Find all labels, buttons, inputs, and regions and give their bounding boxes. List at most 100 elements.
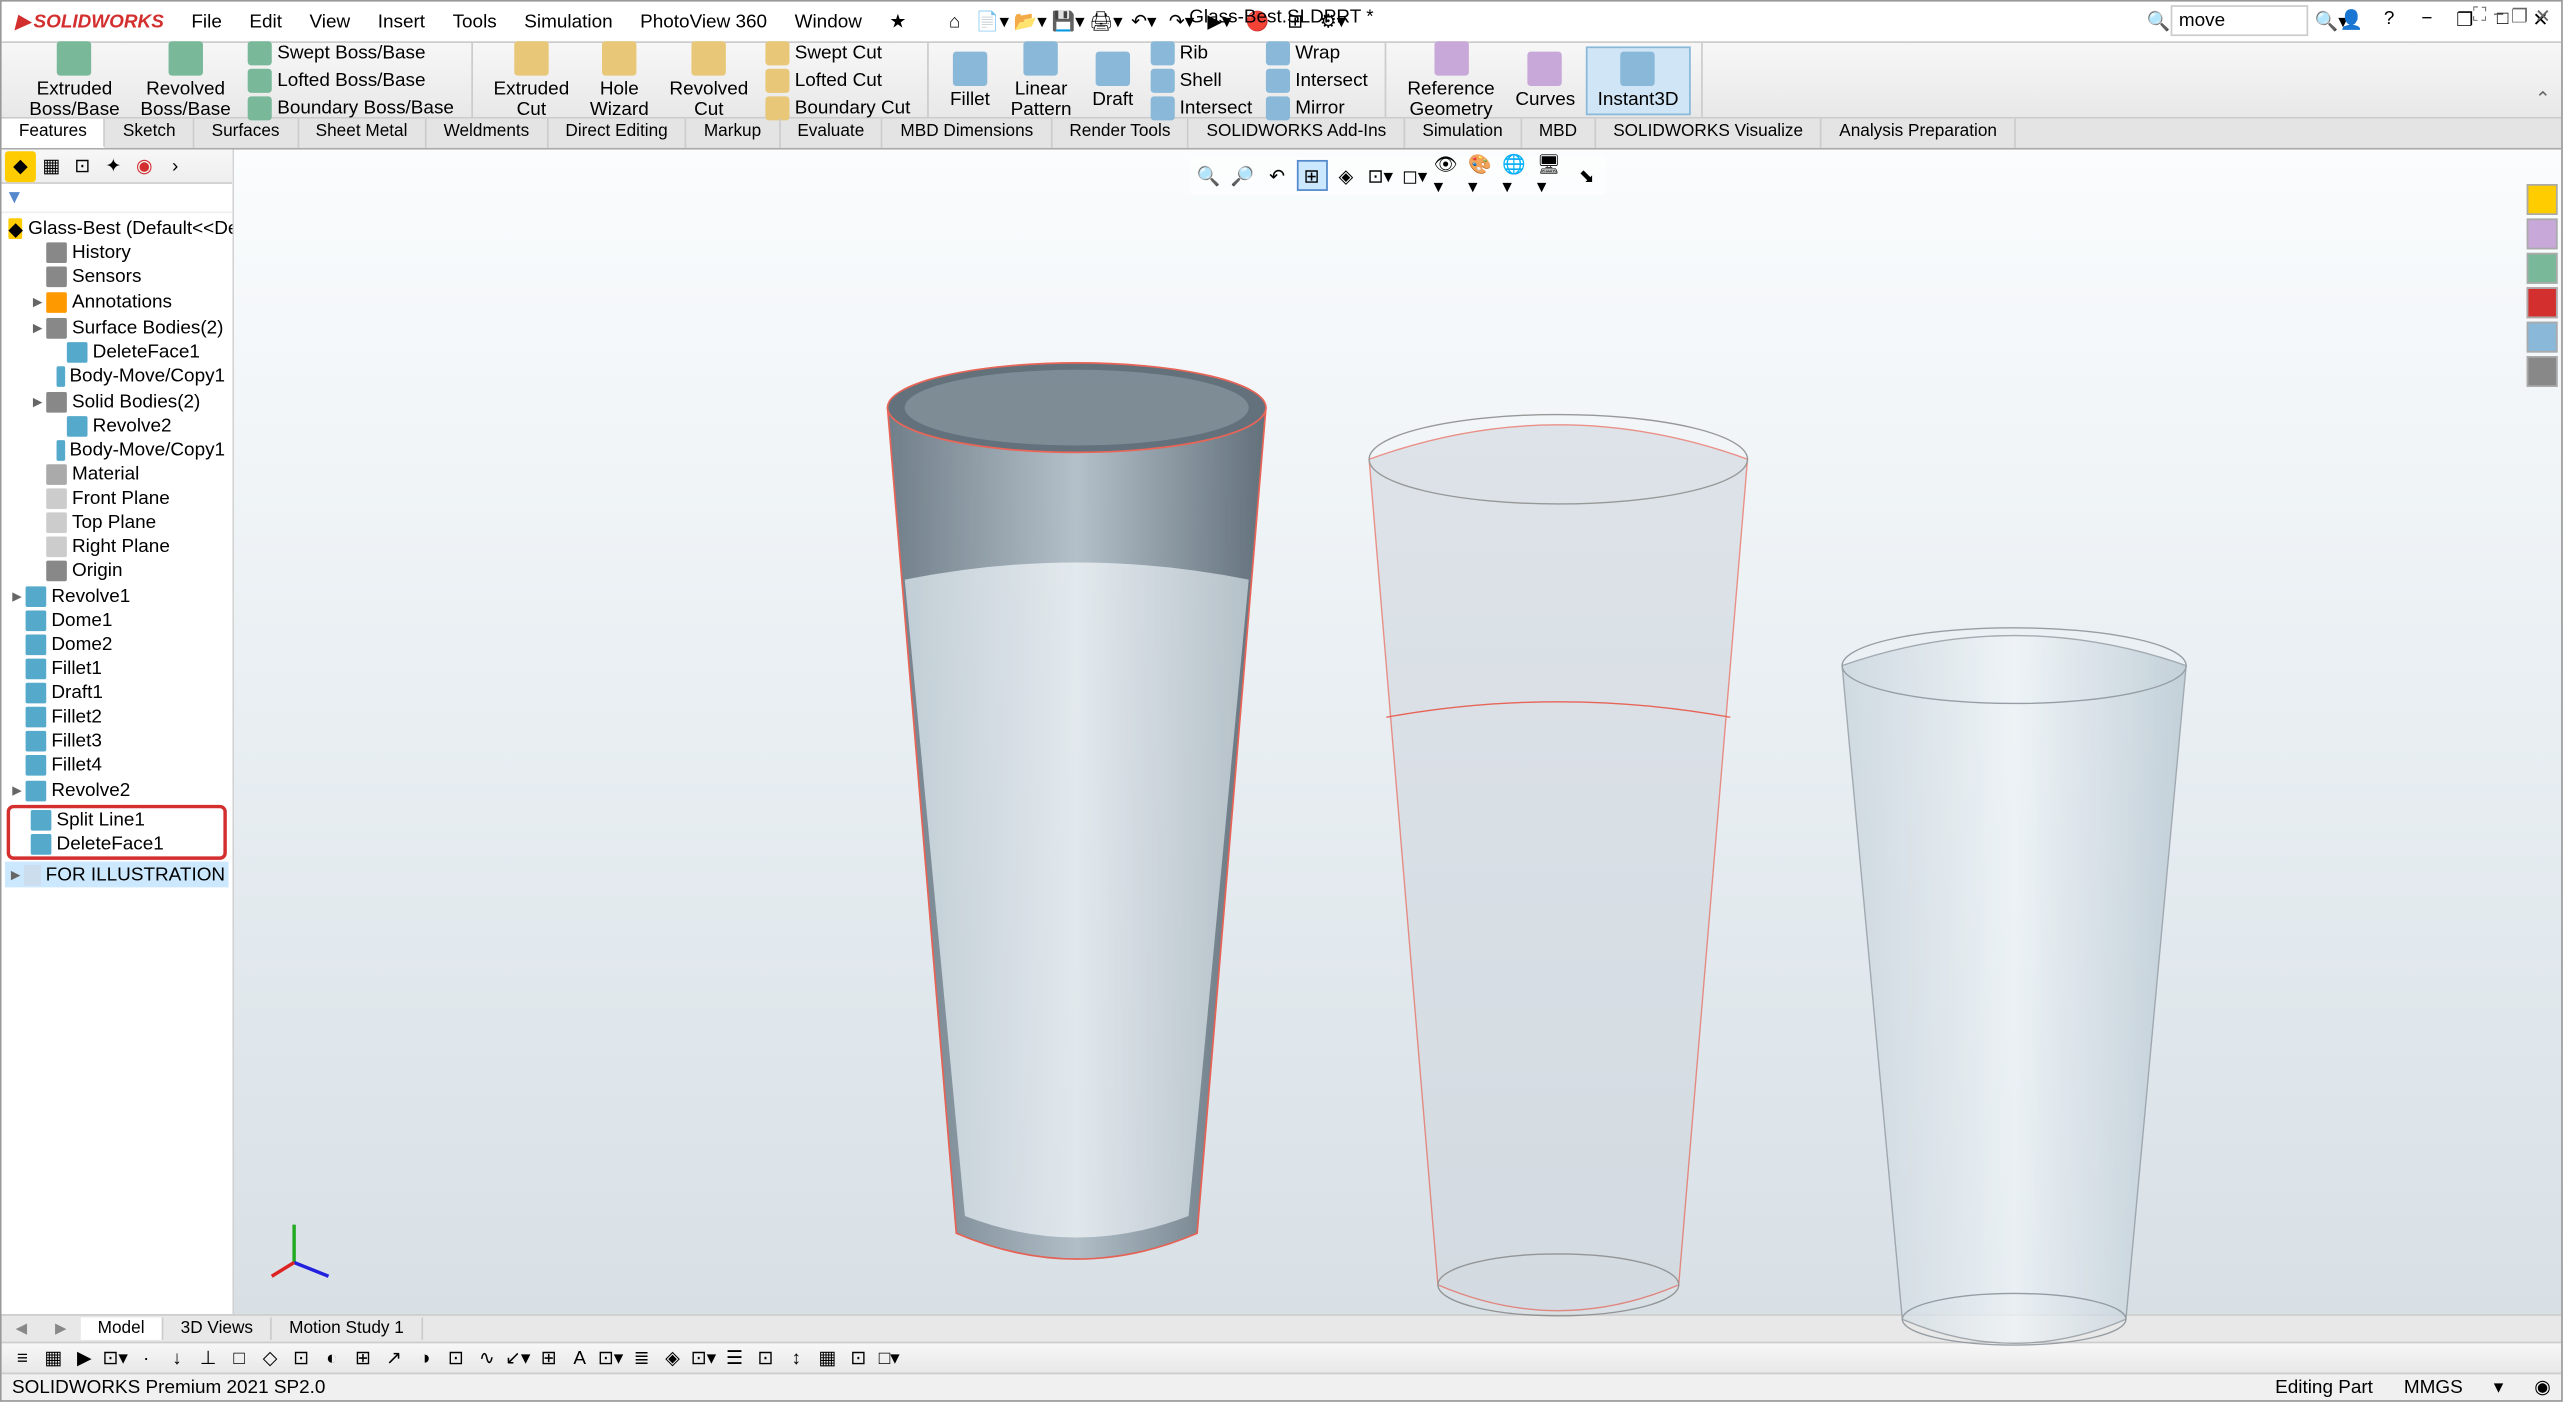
fm-tab-display-icon[interactable]: ◉ bbox=[129, 151, 160, 182]
bt-icon-24[interactable]: ☰ bbox=[721, 1344, 749, 1372]
bt-icon-17[interactable]: ↙▾ bbox=[504, 1344, 532, 1372]
view-orient-icon[interactable]: ⊡▾ bbox=[1365, 160, 1396, 191]
tree-item[interactable]: Top Plane bbox=[5, 511, 229, 535]
status-flag-icon[interactable]: ◉ bbox=[2534, 1376, 2551, 1398]
boundary-cut-button[interactable]: Boundary Cut bbox=[759, 94, 918, 122]
fm-tab-more-icon[interactable]: › bbox=[160, 151, 191, 182]
panel-expand-icon[interactable]: ⛶ bbox=[2473, 5, 2486, 27]
bt-icon-8[interactable]: □ bbox=[225, 1344, 253, 1372]
tree-item[interactable]: ▸Solid Bodies(2) bbox=[5, 389, 229, 415]
wrap-button[interactable]: Wrap bbox=[1259, 39, 1375, 67]
menu-insert[interactable]: Insert bbox=[364, 11, 439, 32]
tree-item[interactable]: Revolve2 bbox=[5, 415, 229, 439]
panel-restore-icon[interactable]: ❐ bbox=[2511, 5, 2528, 27]
filter-icon[interactable]: ▼ bbox=[5, 187, 24, 208]
hide-show-icon[interactable]: 👁▾ bbox=[1434, 160, 1465, 191]
tree-item[interactable]: Body-Move/Copy1 bbox=[5, 439, 229, 463]
panel-minimize-icon[interactable]: − bbox=[2493, 5, 2504, 27]
revolved-boss-button[interactable]: Revolved Boss/Base bbox=[130, 37, 241, 123]
fm-tab-tree-icon[interactable]: ◆ bbox=[5, 151, 36, 182]
tp-resources-icon[interactable] bbox=[2527, 184, 2558, 215]
bt-icon-10[interactable]: ⊡ bbox=[287, 1344, 315, 1372]
bt-icon-5[interactable]: · bbox=[132, 1344, 160, 1372]
bt-icon-13[interactable]: ↗ bbox=[380, 1344, 408, 1372]
status-dropdown-icon[interactable]: ▾ bbox=[2494, 1376, 2504, 1398]
bt-icon-23[interactable]: ⊡▾ bbox=[690, 1344, 718, 1372]
tree-item[interactable]: DeleteFace1 bbox=[10, 832, 223, 856]
tab-addins[interactable]: SOLIDWORKS Add-Ins bbox=[1189, 119, 1405, 148]
section-view-icon[interactable]: ⊞ bbox=[1296, 160, 1327, 191]
tree-item[interactable]: Fillet3 bbox=[5, 729, 229, 753]
reference-geometry-button[interactable]: Reference Geometry bbox=[1397, 37, 1505, 123]
swept-cut-button[interactable]: Swept Cut bbox=[759, 39, 918, 67]
intersect-button[interactable]: Intersect bbox=[1144, 94, 1260, 122]
tree-item[interactable]: ▸FOR ILLUSTRATION bbox=[5, 862, 229, 888]
tree-item[interactable]: ▸Revolve1 bbox=[5, 583, 229, 609]
bt-icon-3[interactable]: ▶ bbox=[71, 1344, 99, 1372]
lofted-boss-button[interactable]: Lofted Boss/Base bbox=[241, 66, 461, 94]
model-glass-1[interactable] bbox=[853, 304, 1300, 1284]
rib-button[interactable]: Rib bbox=[1144, 39, 1260, 67]
bt-icon-6[interactable]: ↓ bbox=[163, 1344, 191, 1372]
menu-edit[interactable]: Edit bbox=[236, 11, 296, 32]
bt-icon-16[interactable]: ∿ bbox=[473, 1344, 501, 1372]
minimize-icon[interactable]: − bbox=[2413, 5, 2441, 33]
bt-icon-2[interactable]: ▦ bbox=[40, 1344, 68, 1372]
tree-item[interactable]: Origin bbox=[5, 559, 229, 583]
tp-view-palette-icon[interactable] bbox=[2527, 287, 2558, 318]
tp-file-explorer-icon[interactable] bbox=[2527, 253, 2558, 284]
menu-view[interactable]: View bbox=[296, 11, 364, 32]
bt-icon-18[interactable]: ⊞ bbox=[535, 1344, 563, 1372]
display-style-icon[interactable]: ◻▾ bbox=[1399, 160, 1430, 191]
bt-icon-12[interactable]: ⊞ bbox=[349, 1344, 377, 1372]
home-icon[interactable]: ⌂ bbox=[937, 4, 971, 38]
expand-icon[interactable]: ▸ bbox=[9, 585, 26, 607]
tab-sketch[interactable]: Sketch bbox=[106, 119, 195, 148]
tab-mbd[interactable]: MBD bbox=[1522, 119, 1596, 148]
user-icon[interactable]: 👤 bbox=[2337, 5, 2365, 33]
coord-system-icon[interactable]: ⬊ bbox=[1571, 160, 1602, 191]
bt-icon-28[interactable]: ⊡ bbox=[845, 1344, 873, 1372]
tree-item[interactable]: ▸Annotations bbox=[5, 289, 229, 315]
tab-directediting[interactable]: Direct Editing bbox=[548, 119, 686, 148]
status-units[interactable]: MMGS bbox=[2404, 1377, 2463, 1398]
menu-window[interactable]: Window bbox=[781, 11, 876, 32]
save-icon[interactable]: 💾▾ bbox=[1051, 4, 1085, 38]
tab-3dviews[interactable]: 3D Views bbox=[163, 1318, 271, 1340]
model-glass-2[interactable] bbox=[1335, 356, 1782, 1336]
tree-item[interactable]: Body-Move/Copy1 bbox=[5, 365, 229, 389]
apply-scene-icon[interactable]: 🌐▾ bbox=[1502, 160, 1533, 191]
boundary-boss-button[interactable]: Boundary Boss/Base bbox=[241, 94, 461, 122]
fm-tab-config-icon[interactable]: ⊡ bbox=[67, 151, 98, 182]
bt-icon-21[interactable]: ≣ bbox=[628, 1344, 656, 1372]
menu-file[interactable]: File bbox=[178, 11, 236, 32]
tree-item[interactable]: Dome2 bbox=[5, 633, 229, 657]
view-settings-icon[interactable]: 🖥▾ bbox=[1537, 160, 1568, 191]
tab-model[interactable]: Model bbox=[80, 1318, 163, 1340]
new-icon[interactable]: 📄▾ bbox=[975, 4, 1009, 38]
expand-icon[interactable]: ▸ bbox=[29, 390, 46, 412]
search-input[interactable] bbox=[2170, 5, 2308, 36]
scroll-left-icon[interactable]: ◄ bbox=[2, 1318, 41, 1339]
tab-surfaces[interactable]: Surfaces bbox=[194, 119, 298, 148]
tab-motion-study[interactable]: Motion Study 1 bbox=[272, 1318, 423, 1340]
tree-item[interactable]: Sensors bbox=[5, 265, 229, 289]
tab-sheetmetal[interactable]: Sheet Metal bbox=[298, 119, 426, 148]
tree-item[interactable]: Fillet1 bbox=[5, 657, 229, 681]
tree-item[interactable]: History bbox=[5, 241, 229, 265]
tp-custom-icon[interactable] bbox=[2527, 356, 2558, 387]
bt-icon-4[interactable]: ⊡▾ bbox=[101, 1344, 129, 1372]
print-icon[interactable]: 🖨▾ bbox=[1089, 4, 1123, 38]
bt-icon-19[interactable]: A bbox=[566, 1344, 594, 1372]
open-icon[interactable]: 📂▾ bbox=[1013, 4, 1047, 38]
menu-help-icon[interactable]: ★ bbox=[876, 10, 921, 32]
tree-item[interactable]: Draft1 bbox=[5, 681, 229, 705]
tree-item[interactable]: ▸Revolve2 bbox=[5, 777, 229, 803]
menu-simulation[interactable]: Simulation bbox=[511, 11, 627, 32]
lofted-cut-button[interactable]: Lofted Cut bbox=[759, 66, 918, 94]
tree-item[interactable]: Right Plane bbox=[5, 535, 229, 559]
tp-design-lib-icon[interactable] bbox=[2527, 218, 2558, 249]
revolved-cut-button[interactable]: Revolved Cut bbox=[659, 37, 759, 123]
tree-item[interactable]: Material bbox=[5, 463, 229, 487]
tab-visualize[interactable]: SOLIDWORKS Visualize bbox=[1596, 119, 1822, 148]
